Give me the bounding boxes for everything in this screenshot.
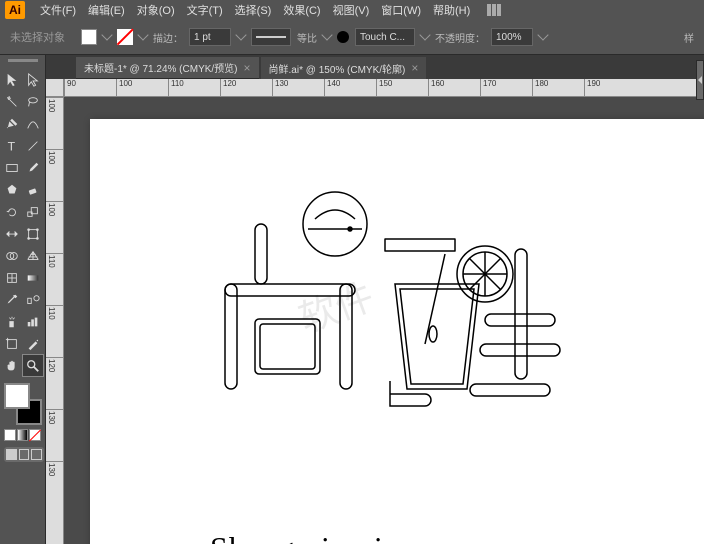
style-label: 样 [684,30,694,45]
chevron-left-icon [698,76,702,84]
curvature-tool[interactable] [23,113,43,134]
opacity-dropdown-icon[interactable] [537,29,548,40]
direct-selection-tool[interactable] [23,69,43,90]
color-mode-gradient[interactable] [17,429,29,441]
hand-tool[interactable] [2,355,22,376]
type-tool[interactable]: T [2,135,22,156]
zoom-tool[interactable] [23,355,43,376]
stroke-color-swatch[interactable] [117,29,133,45]
artwork-outline[interactable] [200,169,570,409]
artboard-tool[interactable] [2,333,22,354]
menu-window[interactable]: 窗口(W) [376,2,426,18]
options-bar: 未选择对象 描边： 等比 不透明度： 样 [0,20,704,55]
stroke-weight-dropdown-icon[interactable] [235,29,246,40]
ratio-dropdown-icon[interactable] [321,29,332,40]
menu-file[interactable]: 文件(F) [35,2,81,18]
fill-stroke-swatch[interactable] [2,383,44,425]
vertical-ruler[interactable]: 100 100 100 110 110 120 130 130 [46,97,64,544]
stroke-dropdown-icon[interactable] [137,29,148,40]
symbol-sprayer-tool[interactable] [2,311,22,332]
opacity-label: 不透明度： [435,30,485,45]
fill-color-swatch[interactable] [81,29,97,45]
column-graph-tool[interactable] [23,311,43,332]
canvas[interactable]: 软件 [64,97,704,544]
close-icon[interactable]: × [411,61,418,75]
tab-label: 尚鲜.ai* @ 150% (CMYK/轮廓) [269,61,406,76]
menu-view[interactable]: 视图(V) [328,2,375,18]
paintbrush-tool[interactable] [23,157,43,178]
selection-tool[interactable] [2,69,22,90]
ratio-label: 等比 [297,30,317,45]
mesh-tool[interactable] [2,267,22,288]
color-mode-solid[interactable] [4,429,16,441]
document-tab-1[interactable]: 未标题-1* @ 71.24% (CMYK/预览) × [76,57,259,79]
brush-dropdown-icon[interactable] [419,29,430,40]
eraser-tool[interactable] [23,179,43,200]
draw-inside[interactable] [31,449,42,460]
artboard[interactable]: 软件 [90,119,704,544]
horizontal-ruler[interactable]: 90 100 110 120 130 140 150 160 170 180 1… [64,79,704,97]
close-icon[interactable]: × [244,61,251,75]
rotate-tool[interactable] [2,201,22,222]
pen-tool[interactable] [2,113,22,134]
opacity-input[interactable] [491,28,533,46]
blend-tool[interactable] [23,289,43,310]
scale-tool[interactable] [23,201,43,222]
menu-select[interactable]: 选择(S) [230,2,277,18]
color-mode-none[interactable] [29,429,41,441]
app-icon: Ai [5,1,25,19]
menu-help[interactable]: 帮助(H) [428,2,475,18]
width-tool[interactable] [2,223,22,244]
eyedropper-tool[interactable] [2,289,22,310]
brush-preview-icon [337,31,349,43]
document-tab-2[interactable]: 尚鲜.ai* @ 150% (CMYK/轮廓) × [261,57,427,79]
tab-label: 未标题-1* @ 71.24% (CMYK/预览) [84,60,238,75]
svg-text:T: T [8,139,16,153]
panel-collapse-button[interactable] [696,60,704,100]
free-transform-tool[interactable] [23,223,43,244]
rectangle-tool[interactable] [2,157,22,178]
gradient-tool[interactable] [23,267,43,288]
draw-modes [4,447,44,462]
fill-dropdown-icon[interactable] [101,29,112,40]
slice-tool[interactable] [23,333,43,354]
magic-wand-tool[interactable] [2,91,22,112]
perspective-grid-tool[interactable] [23,245,43,266]
lasso-tool[interactable] [23,91,43,112]
document-tab-bar: 未标题-1* @ 71.24% (CMYK/预览) × 尚鲜.ai* @ 150… [46,55,704,79]
workspace-switcher-icon[interactable] [487,4,503,16]
stroke-weight-input[interactable] [189,28,231,46]
menu-type[interactable]: 文字(T) [182,2,228,18]
shape-builder-tool[interactable] [2,245,22,266]
brush-name-input[interactable] [355,28,415,46]
ruler-origin[interactable] [46,79,64,97]
stroke-style[interactable] [251,28,291,46]
artwork-caption[interactable]: Shang pin xian [210,530,416,544]
menu-effect[interactable]: 效果(C) [278,2,325,18]
draw-behind[interactable] [19,449,30,460]
draw-normal[interactable] [6,449,17,460]
stroke-label: 描边： [153,30,183,45]
shaper-tool[interactable] [2,179,22,200]
foreground-color[interactable] [4,383,30,409]
menu-edit[interactable]: 编辑(E) [83,2,130,18]
toolbox: T [0,55,46,544]
menu-object[interactable]: 对象(O) [132,2,180,18]
no-selection-label: 未选择对象 [10,29,65,45]
line-segment-tool[interactable] [23,135,43,156]
toolbox-grip-icon[interactable] [2,59,43,65]
